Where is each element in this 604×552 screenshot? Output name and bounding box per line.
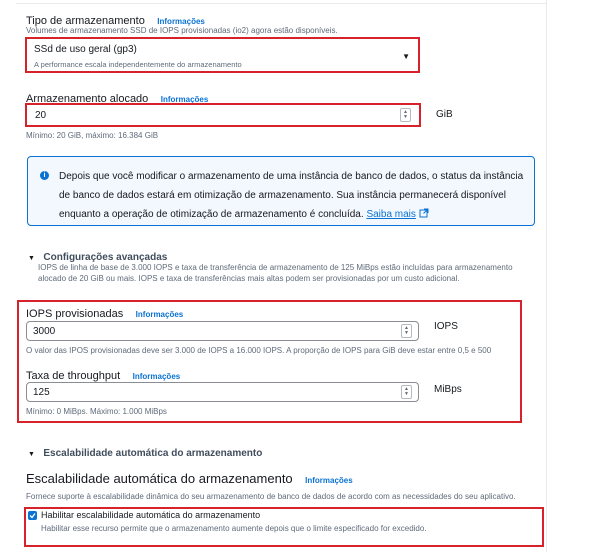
info-icon: i xyxy=(40,171,49,180)
iops-info-link[interactable]: Informações xyxy=(136,310,184,319)
autoscaling-info-link[interactable]: Informações xyxy=(305,476,353,485)
throughput-input[interactable]: 125 ▲ ▼ xyxy=(26,382,419,402)
throughput-hint: Mínimo: 0 MiBps. Máximo: 1.000 MiBps xyxy=(26,407,167,416)
storage-type-description: Volumes de armazenamento SSD de IOPS pro… xyxy=(26,26,338,35)
autoscaling-checkbox[interactable] xyxy=(28,511,37,520)
alert-text: Depois que você modificar o armazenament… xyxy=(59,171,524,220)
chevron-down-icon: ▼ xyxy=(402,52,410,61)
iops-hint: O valor das IPOS provisionadas deve ser … xyxy=(26,346,492,355)
allocated-storage-value: 20 xyxy=(35,109,47,121)
top-divider xyxy=(16,3,546,4)
iops-value: 3000 xyxy=(33,325,56,337)
caret-down-icon: ▼ xyxy=(28,451,35,458)
iops-input[interactable]: 3000 ▲ ▼ xyxy=(26,321,419,341)
storage-optimization-alert: i Depois que você modificar o armazename… xyxy=(27,156,535,226)
allocated-storage-input[interactable]: 20 ▲ ▼ xyxy=(29,107,417,123)
learn-more-link[interactable]: Saiba mais xyxy=(366,209,415,220)
allocated-storage-highlight: 20 ▲ ▼ xyxy=(25,103,421,127)
allocated-storage-unit: GiB xyxy=(436,109,453,120)
caret-down-icon: ▼ xyxy=(28,255,35,262)
stepper-icon[interactable]: ▲ ▼ xyxy=(400,108,411,122)
throughput-label: Taxa de throughput xyxy=(26,370,121,382)
checkmark-icon xyxy=(29,513,36,519)
autoscaling-description: Fornece suporte à escalabilidade dinâmic… xyxy=(26,492,516,501)
autoscaling-heading: Escalabilidade automática do armazenamen… xyxy=(26,471,293,486)
storage-type-selected-value: SSd de uso geral (gp3) xyxy=(34,44,137,55)
external-link-icon xyxy=(419,208,429,218)
autoscaling-toggle[interactable]: ▼ Escalabilidade automática do armazenam… xyxy=(28,443,262,461)
stepper-icon[interactable]: ▲ ▼ xyxy=(401,385,412,399)
autoscaling-checkbox-hint: Habilitar esse recurso permite que o arm… xyxy=(41,524,427,533)
iops-unit: IOPS xyxy=(434,321,458,332)
autoscaling-collapsible-title: Escalabilidade automática do armazenamen… xyxy=(43,448,263,459)
storage-type-select[interactable]: SSd de uso geral (gp3) A performance esc… xyxy=(25,37,420,73)
advanced-settings-description: IOPS de linha de base de 3.000 IOPS e ta… xyxy=(38,263,513,283)
throughput-unit: MiBps xyxy=(434,384,462,395)
iops-label: IOPS provisionadas xyxy=(26,308,124,320)
panel-edge xyxy=(546,0,547,552)
stepper-icon[interactable]: ▲ ▼ xyxy=(401,324,412,338)
allocated-storage-hint: Mínimo: 20 GiB, máximo: 16.384 GiB xyxy=(26,131,159,140)
iops-label-row: IOPS provisionadas Informações xyxy=(26,304,183,322)
autoscaling-checkbox-highlight: Habilitar escalabilidade automática do a… xyxy=(24,507,544,547)
storage-type-selected-hint: A performance escala independentemente d… xyxy=(34,60,242,69)
storage-type-info-link[interactable]: Informações xyxy=(157,17,205,26)
throughput-value: 125 xyxy=(33,386,50,398)
autoscaling-heading-row: Escalabilidade automática do armazenamen… xyxy=(26,470,353,488)
autoscaling-checkbox-label[interactable]: Habilitar escalabilidade automática do a… xyxy=(41,510,260,520)
throughput-info-link[interactable]: Informações xyxy=(133,372,181,381)
alert-text-block: Depois que você modificar o armazenament… xyxy=(59,167,529,224)
